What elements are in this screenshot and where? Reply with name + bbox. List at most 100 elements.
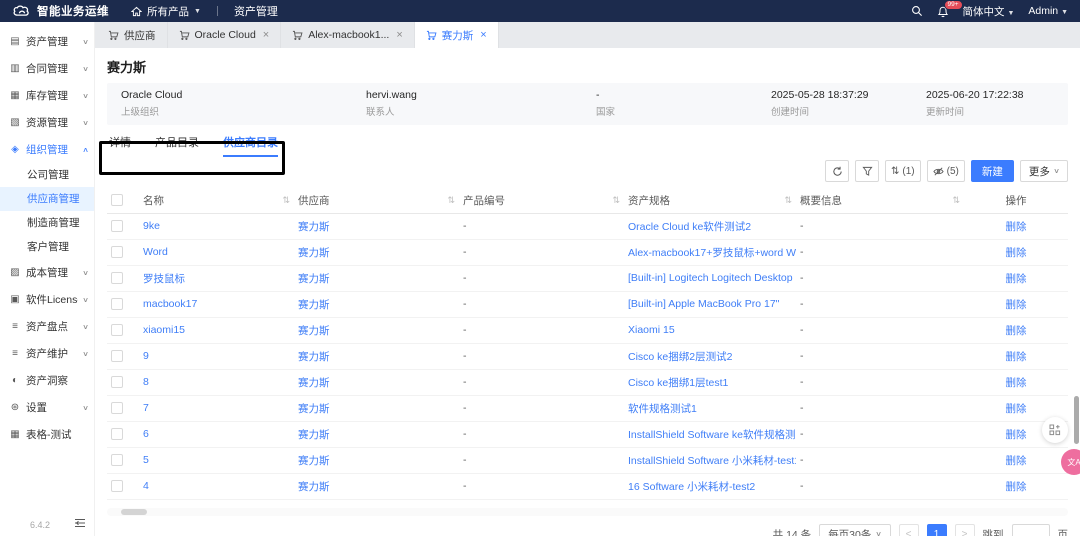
cell-supplier[interactable]: 赛力斯 xyxy=(294,447,459,473)
cell-name[interactable]: 罗技鼠标 xyxy=(139,265,294,291)
tab[interactable]: Alex-macbook1...× xyxy=(281,22,415,48)
cell-asset-spec[interactable]: Cisco ke捆绑2层测试2 xyxy=(624,343,796,369)
select-all-checkbox[interactable] xyxy=(111,194,123,206)
delete-link[interactable]: 删除 xyxy=(964,213,1068,239)
cell-supplier[interactable]: 赛力斯 xyxy=(294,317,459,343)
subtab[interactable]: 产品目录 xyxy=(155,134,199,155)
close-icon[interactable]: × xyxy=(263,29,269,41)
cell-supplier[interactable]: 赛力斯 xyxy=(294,473,459,499)
row-checkbox[interactable] xyxy=(111,220,123,232)
sort-icon[interactable]: ⇅ xyxy=(447,195,455,206)
row-checkbox[interactable] xyxy=(111,376,123,388)
cell-asset-spec[interactable]: [Built-in] Logitech Logitech Desktop Key… xyxy=(624,265,796,291)
sidebar-item[interactable]: ▦表格-测试 xyxy=(0,421,94,448)
row-checkbox[interactable] xyxy=(111,324,123,336)
sidebar-item[interactable]: ≡资产维护∨ xyxy=(0,340,94,367)
cell-supplier[interactable]: 赛力斯 xyxy=(294,421,459,447)
cell-name[interactable]: 7 xyxy=(139,395,294,421)
page-size-select[interactable]: 每页30条 ∨ xyxy=(819,524,890,536)
cell-asset-spec[interactable]: Xiaomi 15 xyxy=(624,317,796,343)
column-header[interactable]: 名称⇅ xyxy=(139,188,294,213)
sidebar-item[interactable]: ≡资产盘点∨ xyxy=(0,313,94,340)
column-header[interactable]: 概要信息⇅ xyxy=(796,188,964,213)
cell-asset-spec[interactable]: 16 Software 小米耗材-test2 xyxy=(624,473,796,499)
floating-widget-button[interactable] xyxy=(1042,417,1068,443)
sidebar-item[interactable]: ▣软件License...∨ xyxy=(0,286,94,313)
sidebar-item[interactable]: ▨成本管理∨ xyxy=(0,259,94,286)
cell-supplier[interactable]: 赛力斯 xyxy=(294,239,459,265)
sidebar-subitem[interactable]: 客户管理 xyxy=(0,235,94,259)
sidebar-subitem[interactable]: 制造商管理 xyxy=(0,211,94,235)
column-header[interactable]: 资产规格⇅ xyxy=(624,188,796,213)
sidebar-item[interactable]: ⊛设置∨ xyxy=(0,394,94,421)
sort-button[interactable]: ⇅ (1) xyxy=(885,160,921,182)
cell-supplier[interactable]: 赛力斯 xyxy=(294,291,459,317)
cell-supplier[interactable]: 赛力斯 xyxy=(294,343,459,369)
delete-link[interactable]: 删除 xyxy=(964,265,1068,291)
close-icon[interactable]: × xyxy=(396,29,402,41)
cell-name[interactable]: 8 xyxy=(139,369,294,395)
breadcrumb[interactable]: 资产管理 xyxy=(234,3,278,19)
notifications-button[interactable]: 99+ xyxy=(937,5,949,18)
translate-button[interactable]: 文A xyxy=(1061,449,1080,475)
tab[interactable]: 供应商 xyxy=(97,22,168,48)
cell-asset-spec[interactable]: Oracle Cloud ke软件测试2 xyxy=(624,213,796,239)
row-checkbox[interactable] xyxy=(111,402,123,414)
refresh-button[interactable] xyxy=(825,160,849,182)
cell-name[interactable]: 6 xyxy=(139,421,294,447)
delete-link[interactable]: 删除 xyxy=(964,291,1068,317)
close-icon[interactable]: × xyxy=(480,29,486,41)
sort-icon[interactable]: ⇅ xyxy=(784,195,792,206)
horizontal-scrollbar-thumb[interactable] xyxy=(121,509,147,515)
sidebar-item[interactable]: ◈组织管理∧ xyxy=(0,136,94,163)
horizontal-scrollbar[interactable] xyxy=(107,508,1068,516)
delete-link[interactable]: 删除 xyxy=(964,473,1068,499)
sort-icon[interactable]: ⇅ xyxy=(612,195,620,206)
cell-supplier[interactable]: 赛力斯 xyxy=(294,395,459,421)
sidebar-subitem[interactable]: 公司管理 xyxy=(0,163,94,187)
app-logo[interactable]: 智能业务运维 xyxy=(12,3,109,19)
delete-link[interactable]: 删除 xyxy=(964,317,1068,343)
sidebar-subitem[interactable]: 供应商管理 xyxy=(0,187,94,211)
sidebar-item[interactable]: ◐资产洞察 xyxy=(0,367,94,394)
tab[interactable]: 赛力斯× xyxy=(415,22,499,48)
search-icon[interactable] xyxy=(911,5,923,17)
cell-name[interactable]: 4 xyxy=(139,473,294,499)
create-button[interactable]: 新建 xyxy=(971,160,1014,182)
sidebar-collapse-icon[interactable] xyxy=(74,518,86,531)
cell-name[interactable]: 9ke xyxy=(139,213,294,239)
cell-asset-spec[interactable]: Alex-macbook17+罗技鼠标+word Word xyxy=(624,239,796,265)
all-products-menu[interactable]: 所有产品 ▼ xyxy=(131,4,201,19)
sort-icon[interactable]: ⇅ xyxy=(282,195,290,206)
delete-link[interactable]: 删除 xyxy=(964,447,1068,473)
language-selector[interactable]: 简体中文 ▼ xyxy=(963,4,1015,19)
cell-asset-spec[interactable]: InstallShield Software ke软件规格测试1 xyxy=(624,421,796,447)
hidden-columns-button[interactable]: (5) xyxy=(927,160,965,182)
row-checkbox[interactable] xyxy=(111,350,123,362)
row-checkbox[interactable] xyxy=(111,272,123,284)
sidebar-item[interactable]: ▥合同管理∨ xyxy=(0,55,94,82)
row-checkbox[interactable] xyxy=(111,246,123,258)
cell-supplier[interactable]: 赛力斯 xyxy=(294,265,459,291)
column-header[interactable]: 产品编号⇅ xyxy=(459,188,624,213)
cell-asset-spec[interactable]: Cisco ke捆绑1层test1 xyxy=(624,369,796,395)
cell-name[interactable]: Word xyxy=(139,239,294,265)
prev-page-button[interactable]: < xyxy=(899,524,919,536)
cell-asset-spec[interactable]: 软件规格测试1 xyxy=(624,395,796,421)
cell-name[interactable]: macbook17 xyxy=(139,291,294,317)
row-checkbox[interactable] xyxy=(111,428,123,440)
user-menu[interactable]: Admin ▼ xyxy=(1028,5,1068,17)
vertical-scrollbar-thumb[interactable] xyxy=(1074,396,1079,444)
more-button[interactable]: 更多 ∨ xyxy=(1020,160,1068,182)
sidebar-item[interactable]: ▤资产管理∨ xyxy=(0,28,94,55)
next-page-button[interactable]: > xyxy=(955,524,975,536)
current-page[interactable]: 1 xyxy=(927,524,947,536)
filter-button[interactable] xyxy=(855,160,879,182)
cell-name[interactable]: 5 xyxy=(139,447,294,473)
subtab[interactable]: 供应商目录 xyxy=(223,134,278,157)
delete-link[interactable]: 删除 xyxy=(964,343,1068,369)
sidebar-item[interactable]: ▦库存管理∨ xyxy=(0,82,94,109)
row-checkbox[interactable] xyxy=(111,298,123,310)
jump-page-input[interactable] xyxy=(1012,524,1050,536)
delete-link[interactable]: 删除 xyxy=(964,239,1068,265)
